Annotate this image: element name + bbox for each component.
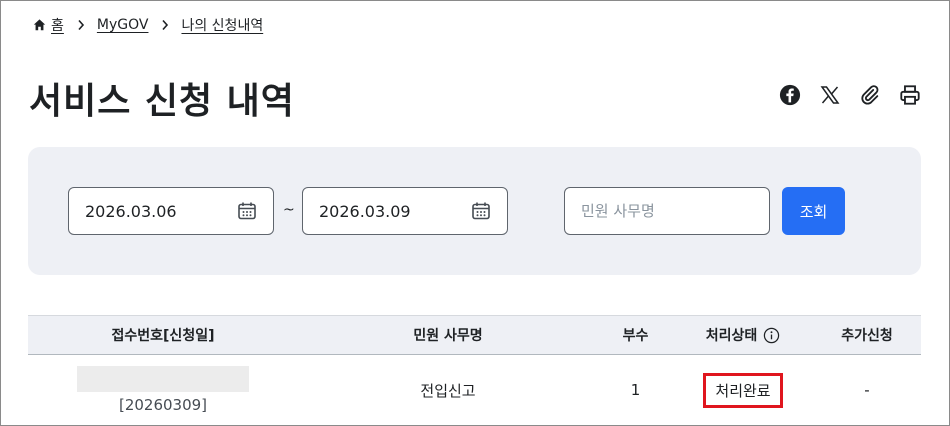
info-icon[interactable] (763, 327, 780, 344)
service-name-search-input[interactable] (564, 187, 770, 235)
end-date-value: 2026.03.09 (319, 201, 411, 221)
home-icon (33, 19, 46, 31)
date-range-separator: ~ (283, 202, 295, 218)
chevron-right-icon (161, 19, 169, 31)
end-date-field[interactable]: 2026.03.09 (302, 187, 508, 235)
header-service-name: 민원 사무명 (413, 328, 483, 344)
chevron-right-icon (77, 19, 85, 31)
receipt-date: [20260309] (118, 396, 208, 414)
breadcrumb-mygov[interactable]: MyGOV (97, 17, 149, 33)
calendar-icon[interactable] (471, 201, 491, 221)
breadcrumb-home[interactable]: 홈 (32, 15, 64, 35)
header-copies: 부수 (622, 328, 649, 344)
start-date-value: 2026.03.06 (85, 201, 177, 221)
header-status-label: 처리상태 (705, 328, 758, 344)
search-button[interactable]: 조회 (782, 187, 845, 235)
additional-request-cell: - (864, 381, 870, 399)
redacted-receipt-number (77, 366, 249, 392)
breadcrumb-current[interactable]: 나의 신청내역 (181, 15, 263, 35)
link-icon[interactable] (858, 83, 882, 107)
copies-cell: 1 (630, 381, 641, 399)
table-row: [20260309] 전입신고 1 처리완료 - (28, 355, 921, 425)
service-name-cell: 전입신고 (420, 381, 476, 400)
receipt-cell: [20260309] (28, 366, 298, 414)
breadcrumb-home-label: 홈 (51, 18, 64, 34)
status-badge: 처리완료 (703, 372, 783, 408)
application-history-table: 접수번호[신청일] 민원 사무명 부수 처리상태 추가신청 [20260309]… (28, 315, 921, 425)
share-toolbar (778, 83, 922, 107)
status-cell: 처리완료 (673, 372, 813, 408)
facebook-icon[interactable] (778, 83, 802, 107)
table-header-row: 접수번호[신청일] 민원 사무명 부수 처리상태 추가신청 (28, 315, 921, 355)
header-additional-request: 추가신청 (841, 328, 893, 344)
search-panel: 2026.03.06 ~ 2026.03.09 조회 (28, 147, 921, 275)
print-icon[interactable] (898, 83, 922, 107)
header-receipt-number: 접수번호[신청일] (111, 328, 215, 344)
page-title: 서비스 신청 내역 (29, 81, 295, 122)
header-status: 처리상태 (673, 325, 813, 345)
start-date-field[interactable]: 2026.03.06 (68, 187, 274, 235)
breadcrumb: 홈 MyGOV 나의 신청내역 (32, 15, 263, 35)
x-icon[interactable] (818, 83, 842, 107)
calendar-icon[interactable] (237, 201, 257, 221)
